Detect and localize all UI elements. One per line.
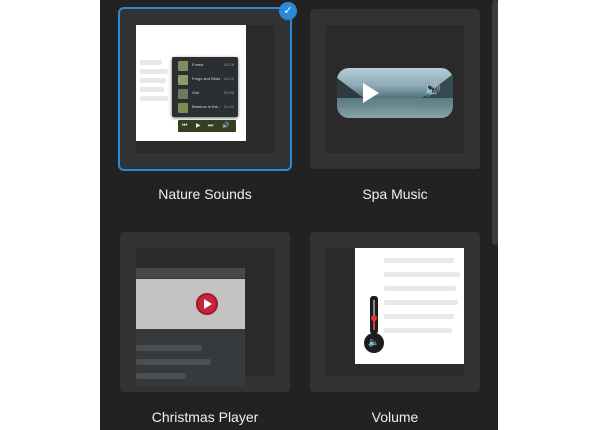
track-title: Owl [192, 90, 199, 95]
track-title: Frogs and Birds [192, 76, 221, 81]
skeleton-line [140, 78, 166, 83]
track-thumbnail [178, 61, 188, 71]
check-icon: ✓ [279, 2, 297, 20]
playlist-item: Owl 00:55 [176, 88, 234, 101]
skeleton-line [384, 272, 460, 277]
play-icon: ▶ [196, 122, 201, 129]
nature-playlist: Forest 01:26 Frogs and Birds 02:12 Owl 0… [172, 57, 238, 117]
next-icon: ⏭ [208, 122, 214, 129]
skeleton-line [384, 286, 456, 291]
skeleton-line [140, 60, 162, 65]
skeleton-line [140, 96, 168, 101]
track-time: 00:55 [223, 90, 234, 95]
play-button-icon [196, 293, 218, 315]
template-label: Volume [371, 409, 419, 425]
playlist-item: Forest 01:26 [176, 60, 234, 73]
track-time: 01:26 [223, 62, 234, 67]
skeleton-line [384, 258, 454, 263]
skeleton-line [140, 87, 164, 92]
track-time: 01:41 [223, 104, 234, 109]
skeleton-line [136, 345, 202, 351]
christmas-video-area [136, 279, 245, 329]
volume-icon: 🔊 [222, 122, 230, 129]
track-title: Forest [192, 62, 204, 67]
track-time: 02:12 [223, 76, 234, 81]
skeleton-line [384, 300, 458, 305]
template-label: Spa Music [362, 186, 428, 202]
previous-icon: ⏮ [182, 122, 188, 129]
skeleton-line [136, 359, 211, 365]
skeleton-line [140, 69, 168, 74]
track-thumbnail [178, 89, 188, 99]
play-icon [363, 83, 379, 103]
volume-icon: 🔊 [423, 82, 441, 98]
template-label: Nature Sounds [158, 186, 252, 202]
spa-video-preview: 🔊 [337, 68, 453, 118]
track-thumbnail [178, 103, 188, 113]
track-thumbnail [178, 75, 188, 85]
playlist-item: Frogs and Birds 02:12 [176, 74, 234, 87]
track-title: Bamboo in the... [192, 104, 222, 109]
volume-slider [370, 296, 378, 334]
lake-shape [337, 98, 453, 118]
skeleton-line [384, 328, 452, 333]
nature-player-controls: ⏮ ▶ ⏭ 🔊 [178, 120, 236, 132]
playlist-item: Bamboo in the... 01:41 [176, 102, 234, 115]
skeleton-line [384, 314, 454, 319]
template-label: Christmas Player [151, 409, 259, 425]
speaker-icon: 🔈 [364, 333, 384, 353]
christmas-header-bar [136, 268, 245, 278]
gallery-scrollbar[interactable] [492, 0, 498, 245]
skeleton-line [136, 373, 186, 379]
volume-knob [371, 315, 377, 321]
